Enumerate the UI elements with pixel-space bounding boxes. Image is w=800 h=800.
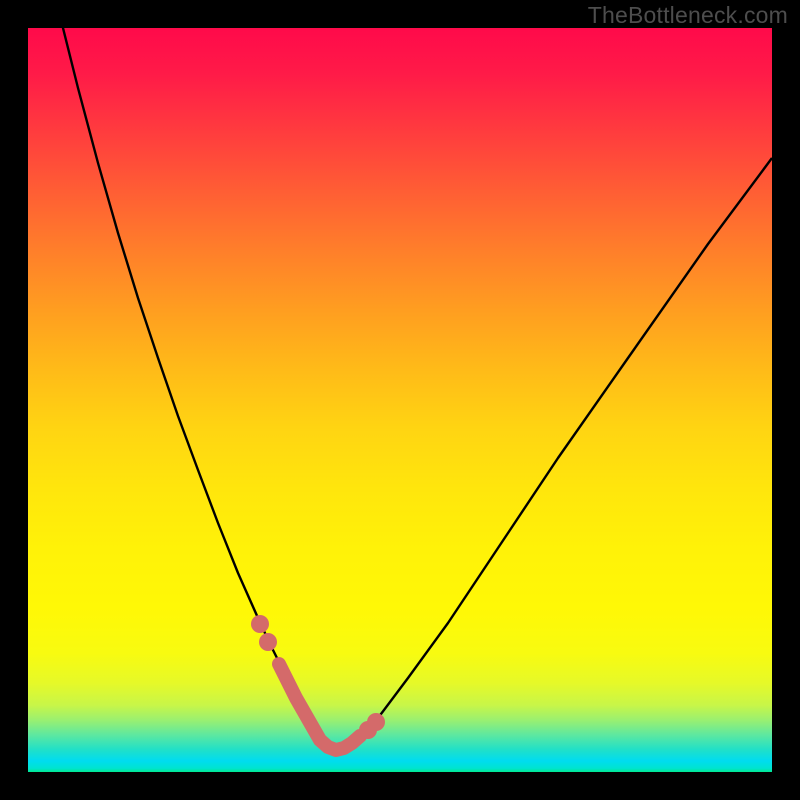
bottleneck-range-left-mid-dot: [259, 633, 277, 651]
bottleneck-range-valley: [279, 664, 360, 750]
chart-svg: [28, 28, 772, 772]
bottleneck-range-left-upper-dot: [251, 615, 269, 633]
plot-area: [28, 28, 772, 772]
bottleneck-curve: [58, 28, 772, 751]
watermark-text: TheBottleneck.com: [588, 2, 788, 29]
bottleneck-range-right-mid-dot: [359, 721, 377, 739]
outer-frame: TheBottleneck.com: [0, 0, 800, 800]
